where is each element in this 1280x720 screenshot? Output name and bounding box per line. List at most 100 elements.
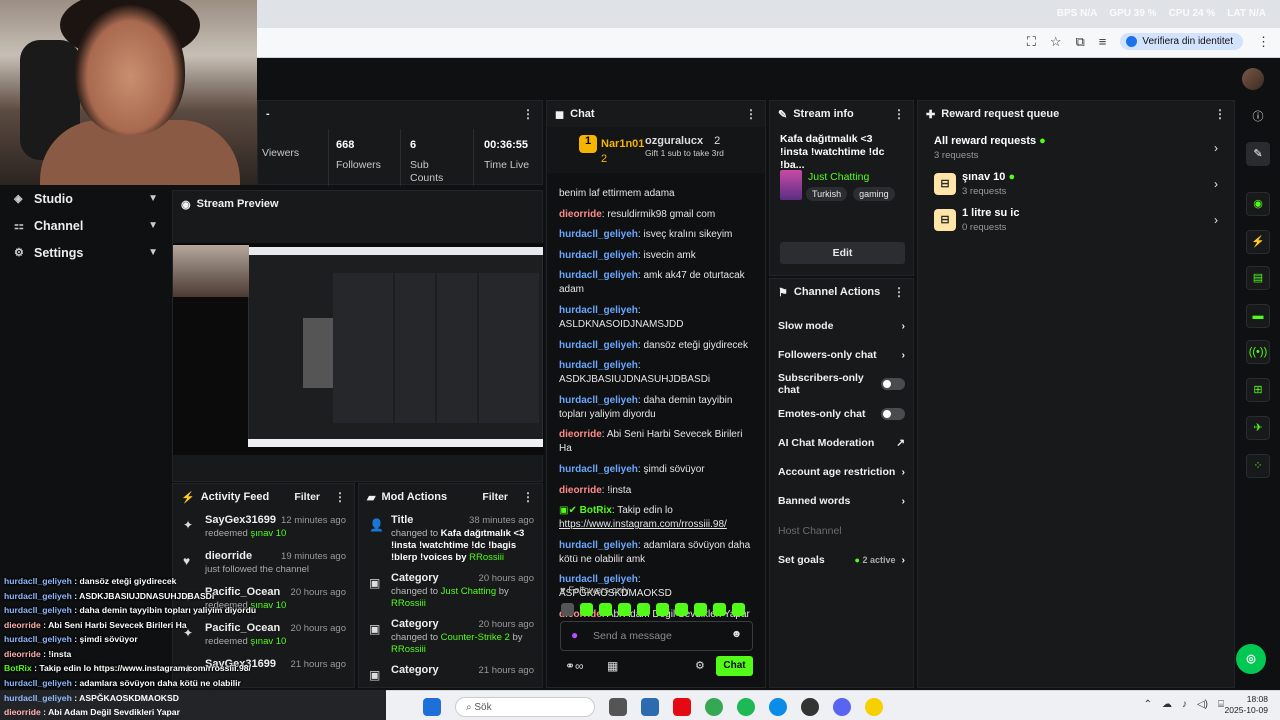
emote[interactable] bbox=[618, 603, 631, 616]
emote[interactable] bbox=[637, 603, 650, 616]
pencil-icon[interactable]: ✎ bbox=[1246, 142, 1270, 166]
emote[interactable] bbox=[599, 603, 612, 616]
tag[interactable]: Turkish bbox=[806, 187, 848, 201]
chat-message: dieorride: resuldirmik98 gmail com bbox=[559, 208, 716, 220]
mic-icon[interactable]: ♪ bbox=[1182, 699, 1187, 710]
netflix-icon[interactable] bbox=[673, 698, 691, 716]
account-age-row[interactable]: Account age restriction › bbox=[770, 457, 913, 486]
emote[interactable] bbox=[713, 603, 726, 616]
pencil-icon: ✎ bbox=[778, 108, 788, 121]
help-button[interactable]: ◎ bbox=[1236, 644, 1266, 674]
followers-only-row[interactable]: Followers-only chat › bbox=[770, 340, 913, 369]
extensions-icon[interactable]: ⧉ bbox=[1075, 34, 1084, 50]
chat-icon[interactable]: ▬ bbox=[1246, 304, 1270, 328]
emoji-icon[interactable]: ☻ bbox=[731, 628, 742, 640]
chat-link[interactable]: https://www.instagram.com/rrossiii.98/ bbox=[559, 519, 727, 530]
volume-icon[interactable]: ◁) bbox=[1197, 699, 1208, 710]
stat-time-live: 00:36:55 Time Live bbox=[484, 139, 530, 171]
reading-list-icon[interactable]: ≡ bbox=[1099, 34, 1107, 49]
broadcast-icon[interactable]: ((•)) bbox=[1246, 340, 1270, 364]
nav-item-studio[interactable]: ◈ Studio ▼ bbox=[0, 185, 172, 212]
menu-dots-icon[interactable]: ⋮ bbox=[1257, 34, 1270, 50]
task-view-icon[interactable] bbox=[609, 698, 627, 716]
list-item: ▣ Category 20 hours ago changed to Counter-… bbox=[369, 618, 534, 655]
panel-menu-icon[interactable]: ⋮ bbox=[893, 285, 905, 299]
top-gifter-1[interactable]: 1 Nar1n01 2 bbox=[579, 135, 644, 165]
translate-icon[interactable]: ⛶ bbox=[1027, 34, 1036, 50]
top-gifter-2[interactable]: ozguralucx 2 Gift 1 sub to take 3rd bbox=[645, 135, 724, 159]
set-goals-row[interactable]: Set goals ● 2 active › bbox=[770, 545, 913, 574]
info-icon[interactable]: ⓘ bbox=[1246, 106, 1270, 130]
wrench-icon[interactable]: ✈ bbox=[1246, 416, 1270, 440]
panel-menu-icon[interactable]: ⋮ bbox=[1214, 107, 1226, 121]
emote[interactable] bbox=[694, 603, 707, 616]
verify-identity-button[interactable]: Verifiera din identitet bbox=[1120, 33, 1243, 50]
avatar[interactable] bbox=[1242, 68, 1264, 90]
spotify-icon[interactable] bbox=[737, 698, 755, 716]
chrome-icon[interactable] bbox=[705, 698, 723, 716]
nav-item-channel[interactable]: ⚏ Channel ▼ bbox=[0, 212, 172, 239]
panel-menu-icon[interactable]: ⋮ bbox=[893, 107, 905, 121]
send-chat-button[interactable]: Chat bbox=[716, 656, 753, 676]
chevron-right-icon: › bbox=[1214, 141, 1218, 155]
lightning-icon[interactable]: ⚡ bbox=[1246, 230, 1270, 254]
reward-row[interactable]: ⊟ 1 litre su ic 0 requests › bbox=[918, 207, 1234, 243]
nav-item-settings[interactable]: ⚙ Settings ▼ bbox=[0, 239, 172, 266]
emote[interactable] bbox=[561, 603, 574, 616]
preview-icon[interactable]: ◉ bbox=[1246, 192, 1270, 216]
all-rewards-row[interactable]: All reward requests ● 3 requests › bbox=[918, 135, 1234, 171]
layout-icon[interactable]: ⊞ bbox=[1246, 378, 1270, 402]
overlay-taskbar-strip: hurdacll_geliyeh : ASPĞKAOSKDMAOKSD dieo… bbox=[0, 690, 386, 720]
user-icon: 👤 bbox=[369, 518, 384, 532]
stream-preview-video[interactable] bbox=[173, 243, 544, 455]
panel-menu-icon[interactable]: ⋮ bbox=[745, 107, 757, 121]
link-icon[interactable]: ⚭∞ bbox=[565, 659, 584, 673]
panel-menu-icon[interactable]: ⋮ bbox=[522, 490, 534, 504]
taskbar-search[interactable]: ⌕ Sök bbox=[455, 697, 595, 717]
cloud-icon[interactable]: ☁ bbox=[1162, 699, 1172, 710]
apps-icon[interactable]: ⁘ bbox=[1246, 454, 1270, 478]
chat-input[interactable]: Send a message ● ☻ bbox=[560, 621, 753, 651]
panel-menu-icon[interactable]: ⋮ bbox=[522, 107, 534, 121]
chat-message: dieorride: Abi Seni Harbi Sevecek Birile… bbox=[559, 429, 743, 455]
filter-button[interactable]: Filter bbox=[294, 491, 320, 503]
discord-icon[interactable] bbox=[833, 698, 851, 716]
banned-words-row[interactable]: Banned words › bbox=[770, 487, 913, 516]
overlay-line: hurdacll_geliyeh : dansöz eteği giydirec… bbox=[4, 576, 177, 586]
edit-button[interactable]: Edit bbox=[780, 242, 905, 264]
slow-mode-row[interactable]: Slow mode › bbox=[770, 311, 913, 340]
panel-menu-icon[interactable]: ⋮ bbox=[334, 490, 346, 504]
filter-button[interactable]: Filter bbox=[482, 491, 508, 503]
document-icon[interactable]: ▤ bbox=[1246, 266, 1270, 290]
emotes-only-toggle[interactable] bbox=[881, 407, 905, 420]
emote[interactable] bbox=[656, 603, 669, 616]
mic-icon[interactable]: ● bbox=[571, 628, 578, 642]
host-channel-row[interactable]: Host Channel bbox=[770, 516, 913, 545]
chat-message: hurdacll_geliyeh: amk ak47 de oturtacak … bbox=[559, 270, 745, 296]
gear-icon[interactable]: ⚙ bbox=[695, 659, 705, 672]
emote[interactable] bbox=[675, 603, 688, 616]
app-icon[interactable] bbox=[865, 698, 883, 716]
star-icon[interactable]: ☆ bbox=[1050, 34, 1062, 50]
emote[interactable] bbox=[732, 603, 745, 616]
mod-actions-panel: ▰ Mod Actions Filter ⋮ 👤 Title 38 minutes ago… bbox=[358, 483, 543, 688]
emote[interactable] bbox=[580, 603, 593, 616]
edge-icon[interactable] bbox=[769, 698, 787, 716]
ai-moderation-row[interactable]: AI Chat Moderation ↗ bbox=[770, 428, 913, 457]
store-icon[interactable]: ▦ bbox=[607, 659, 618, 673]
overlay-line: dieorride : !insta bbox=[4, 648, 72, 659]
subscribers-only-toggle[interactable] bbox=[881, 378, 905, 391]
chat-message: hurdacll_geliyeh: adamlara sövüyon daha … bbox=[559, 539, 751, 565]
stat-subs: 6 Sub Counts bbox=[410, 139, 444, 184]
store-icon[interactable] bbox=[641, 698, 659, 716]
category-icon: ▣ bbox=[369, 668, 381, 682]
obs-icon[interactable] bbox=[801, 698, 819, 716]
reward-row[interactable]: ⊟ şınav 10 ● 3 requests › bbox=[918, 171, 1234, 207]
clock[interactable]: 18:08 2025-10-09 bbox=[1225, 694, 1268, 716]
network-icon[interactable]: ⌸ bbox=[1218, 699, 1224, 710]
start-icon[interactable] bbox=[423, 698, 441, 716]
category-link[interactable]: Just Chatting bbox=[808, 171, 869, 183]
chevron-up-icon[interactable]: ⌃ bbox=[1144, 699, 1152, 710]
stream-info-title: Stream info bbox=[793, 108, 854, 120]
tag[interactable]: gaming bbox=[853, 187, 895, 201]
